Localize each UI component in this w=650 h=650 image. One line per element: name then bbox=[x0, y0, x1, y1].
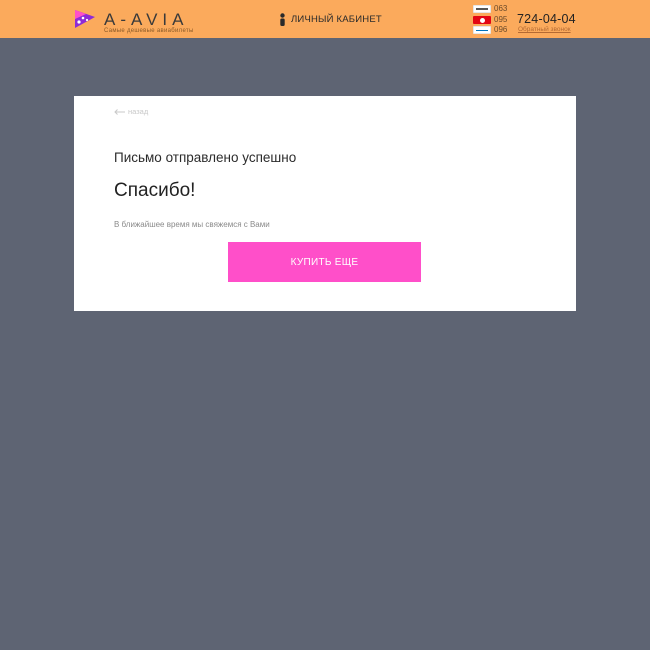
success-card: назад Письмо отправлено успешно Спасибо!… bbox=[74, 96, 576, 311]
operator-code: 095 bbox=[494, 15, 508, 24]
back-label: назад bbox=[128, 107, 149, 116]
logo-mark-icon bbox=[75, 10, 95, 28]
brand-name: A-AVIA bbox=[104, 10, 189, 29]
operator-row-kyivstar: 096 bbox=[473, 25, 515, 36]
buy-more-button[interactable]: КУПИТЬ ЕЩЕ bbox=[228, 242, 421, 282]
operator-phone-codes: 063 095 096 bbox=[473, 4, 515, 36]
mts-operator-icon bbox=[473, 16, 491, 24]
brand-logo[interactable]: A-AVIA Самые дешевые авиабилеты bbox=[74, 9, 204, 35]
kyivstar-operator-icon bbox=[473, 26, 491, 34]
phone-number[interactable]: 724-04-04 bbox=[517, 12, 576, 26]
contact-note: В ближайшее время мы свяжемся с Вами bbox=[114, 220, 270, 229]
user-icon bbox=[280, 13, 285, 26]
arrow-left-icon bbox=[114, 109, 125, 115]
operator-code: 096 bbox=[494, 25, 508, 34]
thanks-title: Спасибо! bbox=[114, 180, 196, 201]
cabinet-label: ЛИЧНЫЙ КАБИНЕТ bbox=[291, 14, 382, 25]
brand-tagline: Самые дешевые авиабилеты bbox=[104, 28, 194, 34]
status-message: Письмо отправлено успешно bbox=[114, 150, 297, 165]
operator-row-life: 063 bbox=[473, 4, 515, 15]
operator-code: 063 bbox=[494, 4, 508, 13]
site-header: A-AVIA Самые дешевые авиабилеты ЛИЧНЫЙ К… bbox=[0, 0, 650, 38]
callback-link[interactable]: Обратный звонок bbox=[518, 26, 571, 33]
life-operator-icon bbox=[473, 5, 491, 13]
